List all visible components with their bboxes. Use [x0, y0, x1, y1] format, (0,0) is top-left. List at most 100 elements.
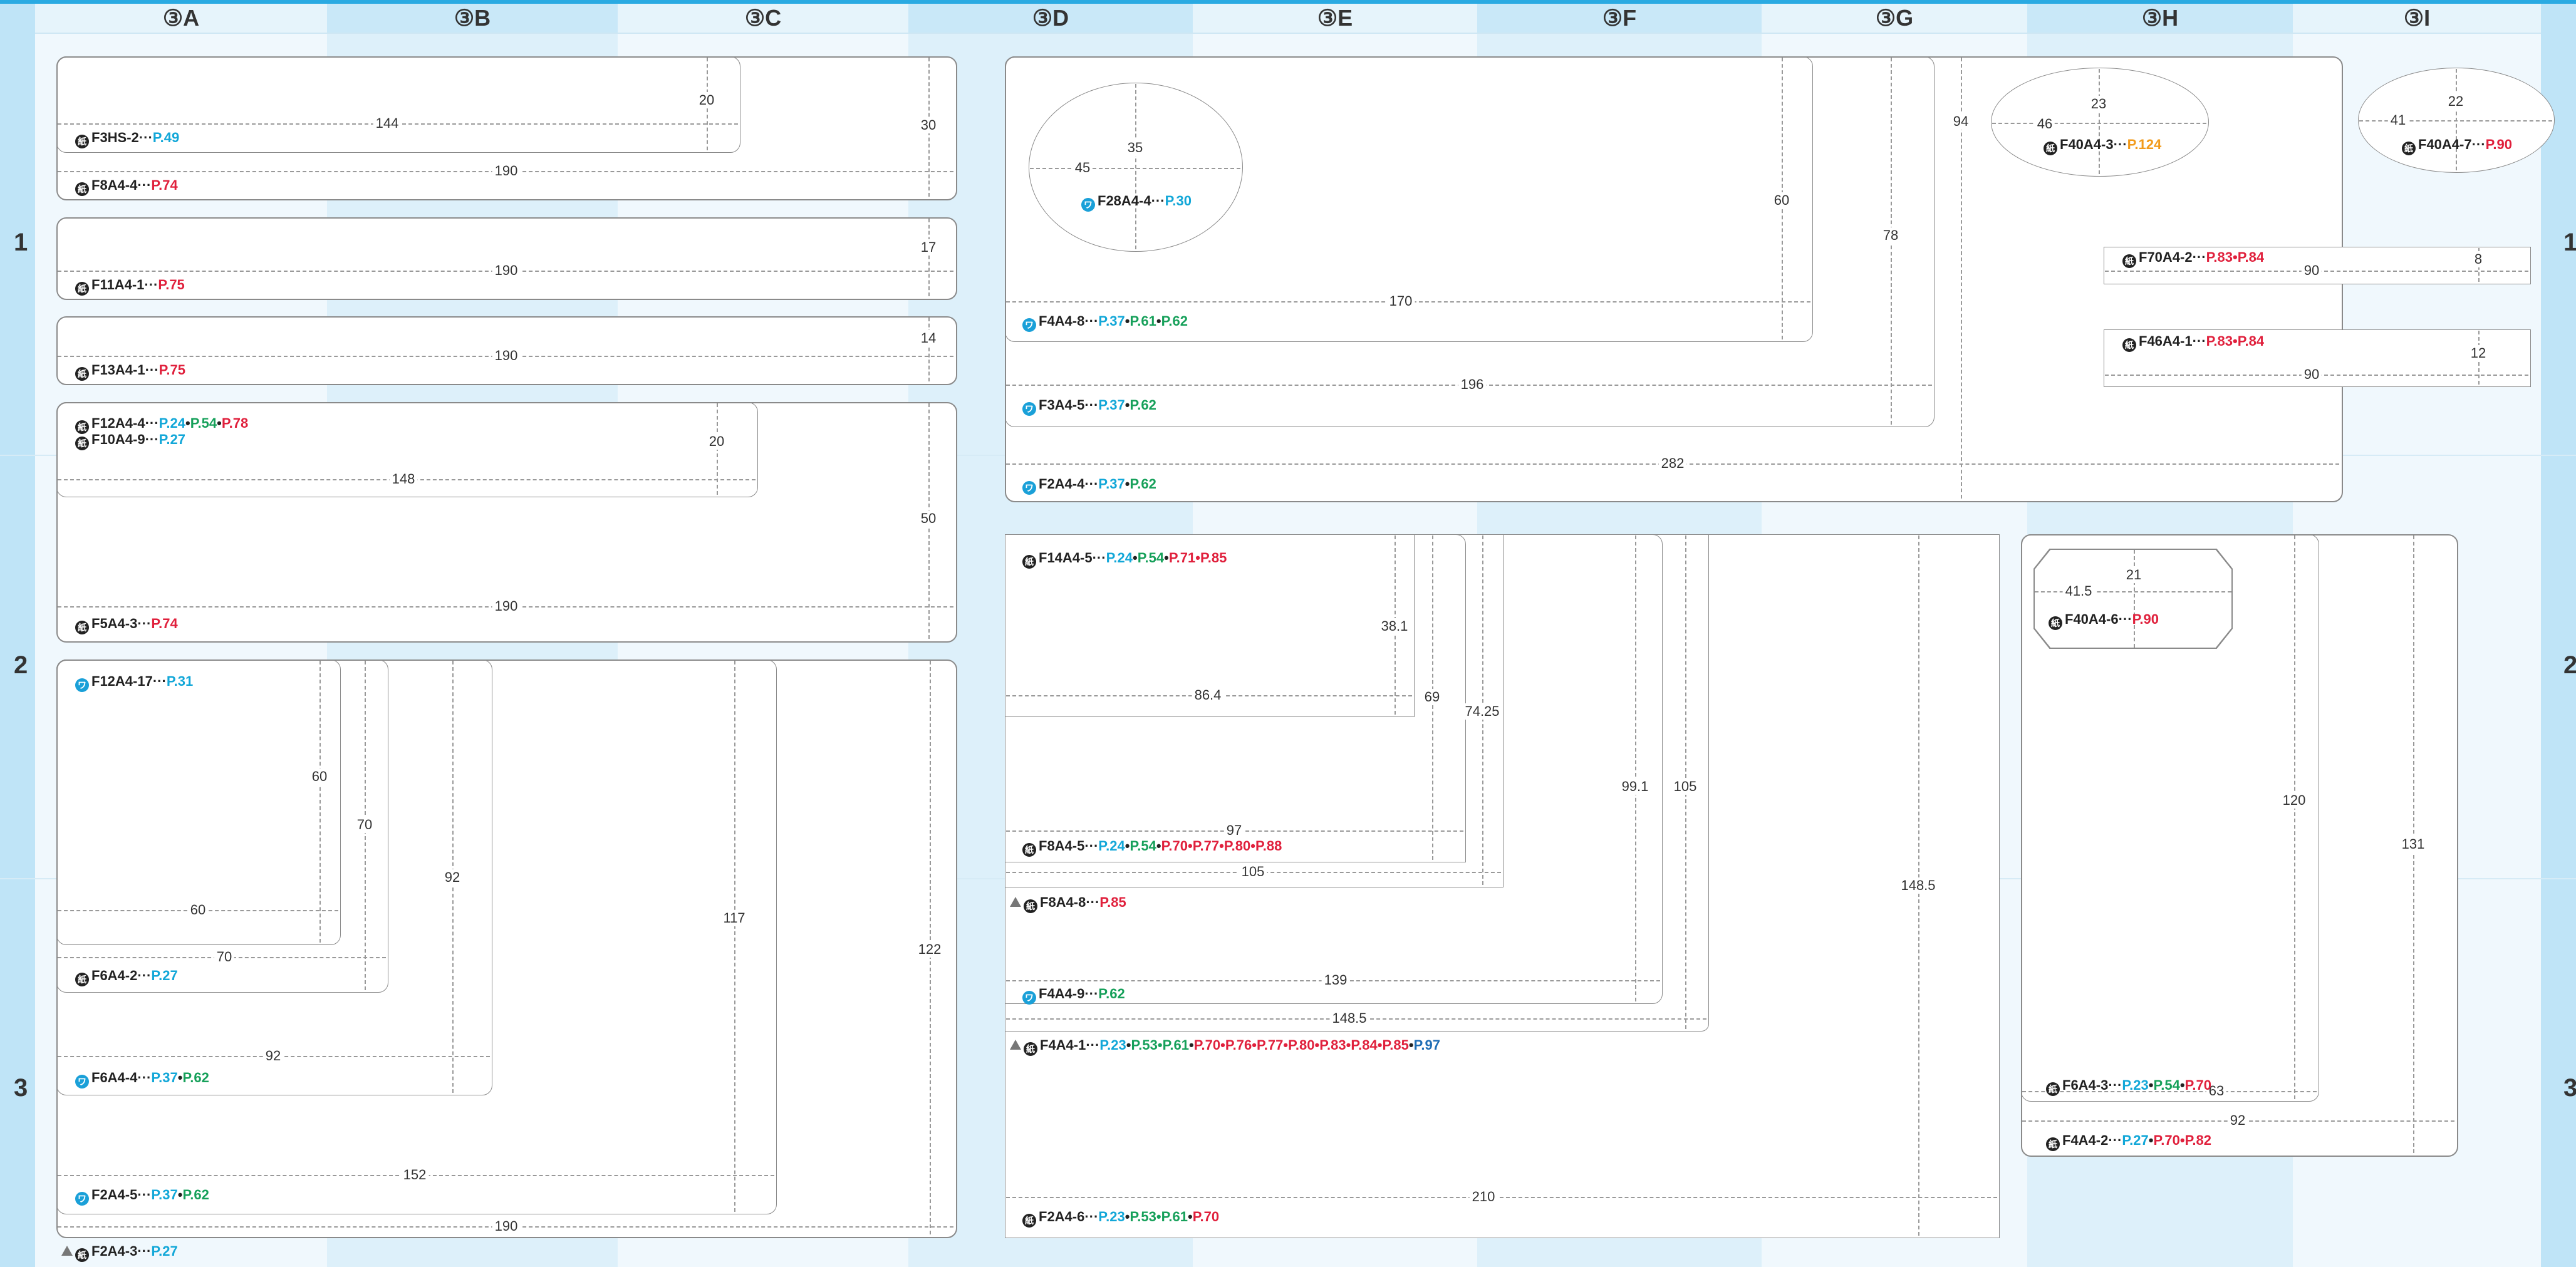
dim-label: 190 — [492, 163, 521, 179]
label-f5a4-3: 紙 F5A4-3···P.74 — [75, 616, 178, 634]
label-f12a4-17: ワ F12A4-17···P.31 — [75, 673, 193, 692]
item-code: F8A4-5 — [1039, 838, 1085, 854]
column-header-e: ③E — [1193, 4, 1477, 34]
box-icon: 紙 — [1024, 1042, 1037, 1056]
page-ref: P.27 — [2122, 1132, 2149, 1148]
item-code: F5A4-3 — [91, 616, 138, 631]
page-ref: P.75 — [158, 362, 185, 378]
row-label-1-right: 1 — [2563, 229, 2576, 256]
dim-label: 41 — [2387, 112, 2409, 128]
page-ref: P.70•P.82 — [2153, 1132, 2212, 1148]
item-code: F4A4-1 — [1040, 1037, 1086, 1053]
item-code: F4A4-8 — [1039, 313, 1085, 329]
item-code: F12A4-17 — [91, 673, 153, 689]
dim-label: 78 — [1880, 227, 1901, 244]
panel-f11a4-1[interactable] — [56, 217, 957, 300]
page-ref: P.70•P.77•P.80•P.88 — [1161, 838, 1282, 854]
column-header-d: ③D — [908, 4, 1193, 34]
dim-label: 190 — [492, 598, 521, 614]
page-ref: P.83•P.84 — [2206, 249, 2265, 265]
box-icon: ワ — [75, 678, 89, 692]
row-label-3-right: 3 — [2563, 1074, 2576, 1102]
dim-line — [1006, 1197, 1997, 1198]
page-ref: P.74 — [151, 616, 178, 631]
page-ref: P.54 — [1130, 838, 1156, 854]
dim-line — [2134, 550, 2135, 648]
item-code: F6A4-3 — [2062, 1077, 2109, 1093]
page-ref: P.31 — [166, 673, 194, 689]
page-ref: P.74 — [151, 177, 178, 193]
page-ref: P.54 — [1137, 550, 1165, 566]
dim-label: 152 — [400, 1167, 429, 1183]
box-icon: 紙 — [2046, 1137, 2060, 1151]
box-icon: ワ — [1022, 481, 1036, 495]
item-code: F6A4-4 — [91, 1070, 138, 1085]
dim-label: 41.5 — [2062, 583, 2095, 599]
page-ref: P.49 — [152, 130, 180, 145]
dim-label: 117 — [720, 910, 748, 926]
page-ref: P.23 — [1099, 1037, 1126, 1053]
item-code: F2A4-4 — [1039, 476, 1085, 492]
label-f46a4-1: 紙 F46A4-1···P.83•P.84 — [2122, 333, 2264, 352]
dim-label: 94 — [1950, 113, 1971, 130]
page-ref: P.37 — [1098, 313, 1125, 329]
label-f6a4-4: ワ F6A4-4···P.37•P.62 — [75, 1070, 209, 1089]
dim-label: 35 — [1124, 140, 1146, 156]
page-ref: P.70 — [1192, 1209, 1220, 1224]
label-f40a4-6: 紙 F40A4-6···P.90 — [2049, 611, 2159, 630]
item-code: F4A4-9 — [1039, 986, 1085, 1001]
box-icon: ワ — [1022, 991, 1036, 1005]
dim-label: 144 — [373, 115, 402, 132]
item-code: F46A4-1 — [2139, 333, 2193, 349]
page-ref: P.53•P.61 — [1131, 1037, 1190, 1053]
label-f8a4-4: 紙 F8A4-4···P.74 — [75, 177, 178, 196]
oval-f40a4-3[interactable] — [1991, 68, 2209, 177]
box-icon: 紙 — [75, 282, 89, 296]
label-f2a4-6: 紙 F2A4-6···P.23•P.53•P.61•P.70 — [1022, 1209, 1219, 1228]
box-icon: ワ — [75, 1192, 89, 1206]
item-code: F40A4-7 — [2418, 137, 2472, 152]
label-f14a4-5: 紙 F14A4-5···P.24•P.54•P.71•P.85 — [1022, 550, 1227, 569]
page-ref: P.54 — [2153, 1077, 2180, 1093]
item-code: F4A4-2 — [2062, 1132, 2109, 1148]
item-code: F3A4-5 — [1039, 397, 1085, 413]
item-code: F28A4-4 — [1098, 193, 1151, 209]
page-ref: P.37 — [1098, 476, 1125, 492]
box-icon: 紙 — [1022, 843, 1036, 857]
dim-label: 20 — [706, 433, 727, 450]
row-label-2: 2 — [14, 651, 28, 679]
label-f4a4-9: ワ F4A4-9···P.62 — [1022, 986, 1125, 1005]
item-code: F10A4-9 — [91, 432, 145, 447]
dim-label: 8 — [2471, 251, 2485, 267]
label-f13a4-1: 紙 F13A4-1···P.75 — [75, 362, 185, 381]
item-code: F12A4-4 — [91, 415, 145, 431]
column-header-f: ③F — [1477, 4, 1762, 34]
page-ref: P.24 — [1098, 838, 1125, 854]
dim-label: 70 — [214, 949, 235, 965]
dim-label: 131 — [2399, 836, 2428, 852]
item-code: F70A4-2 — [2139, 249, 2193, 265]
dim-label: 97 — [1223, 822, 1245, 839]
page-ref: P.27 — [151, 968, 178, 983]
box-icon: 紙 — [1024, 899, 1037, 913]
dim-label: 23 — [2088, 96, 2109, 112]
page-ref: P.53•P.61 — [1130, 1209, 1188, 1224]
dim-label: 60 — [309, 768, 330, 785]
dim-label: 17 — [918, 239, 939, 256]
box-icon: 紙 — [75, 182, 89, 196]
page-ref: P.62 — [1130, 476, 1156, 492]
page-ref: P.62 — [1161, 313, 1188, 329]
column-header-i: ③I — [2293, 4, 2541, 34]
dim-label: 196 — [1458, 376, 1487, 393]
page-ref: P.37 — [151, 1070, 178, 1085]
box-icon: 紙 — [75, 621, 89, 634]
dim-line — [2294, 535, 2295, 1099]
label-f8a4-5: 紙 F8A4-5···P.24•P.54•P.70•P.77•P.80•P.88 — [1022, 838, 1282, 857]
dim-label: 21 — [2123, 567, 2144, 583]
box-icon: 紙 — [2046, 1082, 2060, 1096]
dim-label: 90 — [2301, 262, 2322, 279]
box-icon: 紙 — [2122, 338, 2136, 352]
dim-label: 74.25 — [1462, 703, 1502, 720]
dim-label: 30 — [918, 117, 939, 133]
item-code: F8A4-4 — [91, 177, 138, 193]
